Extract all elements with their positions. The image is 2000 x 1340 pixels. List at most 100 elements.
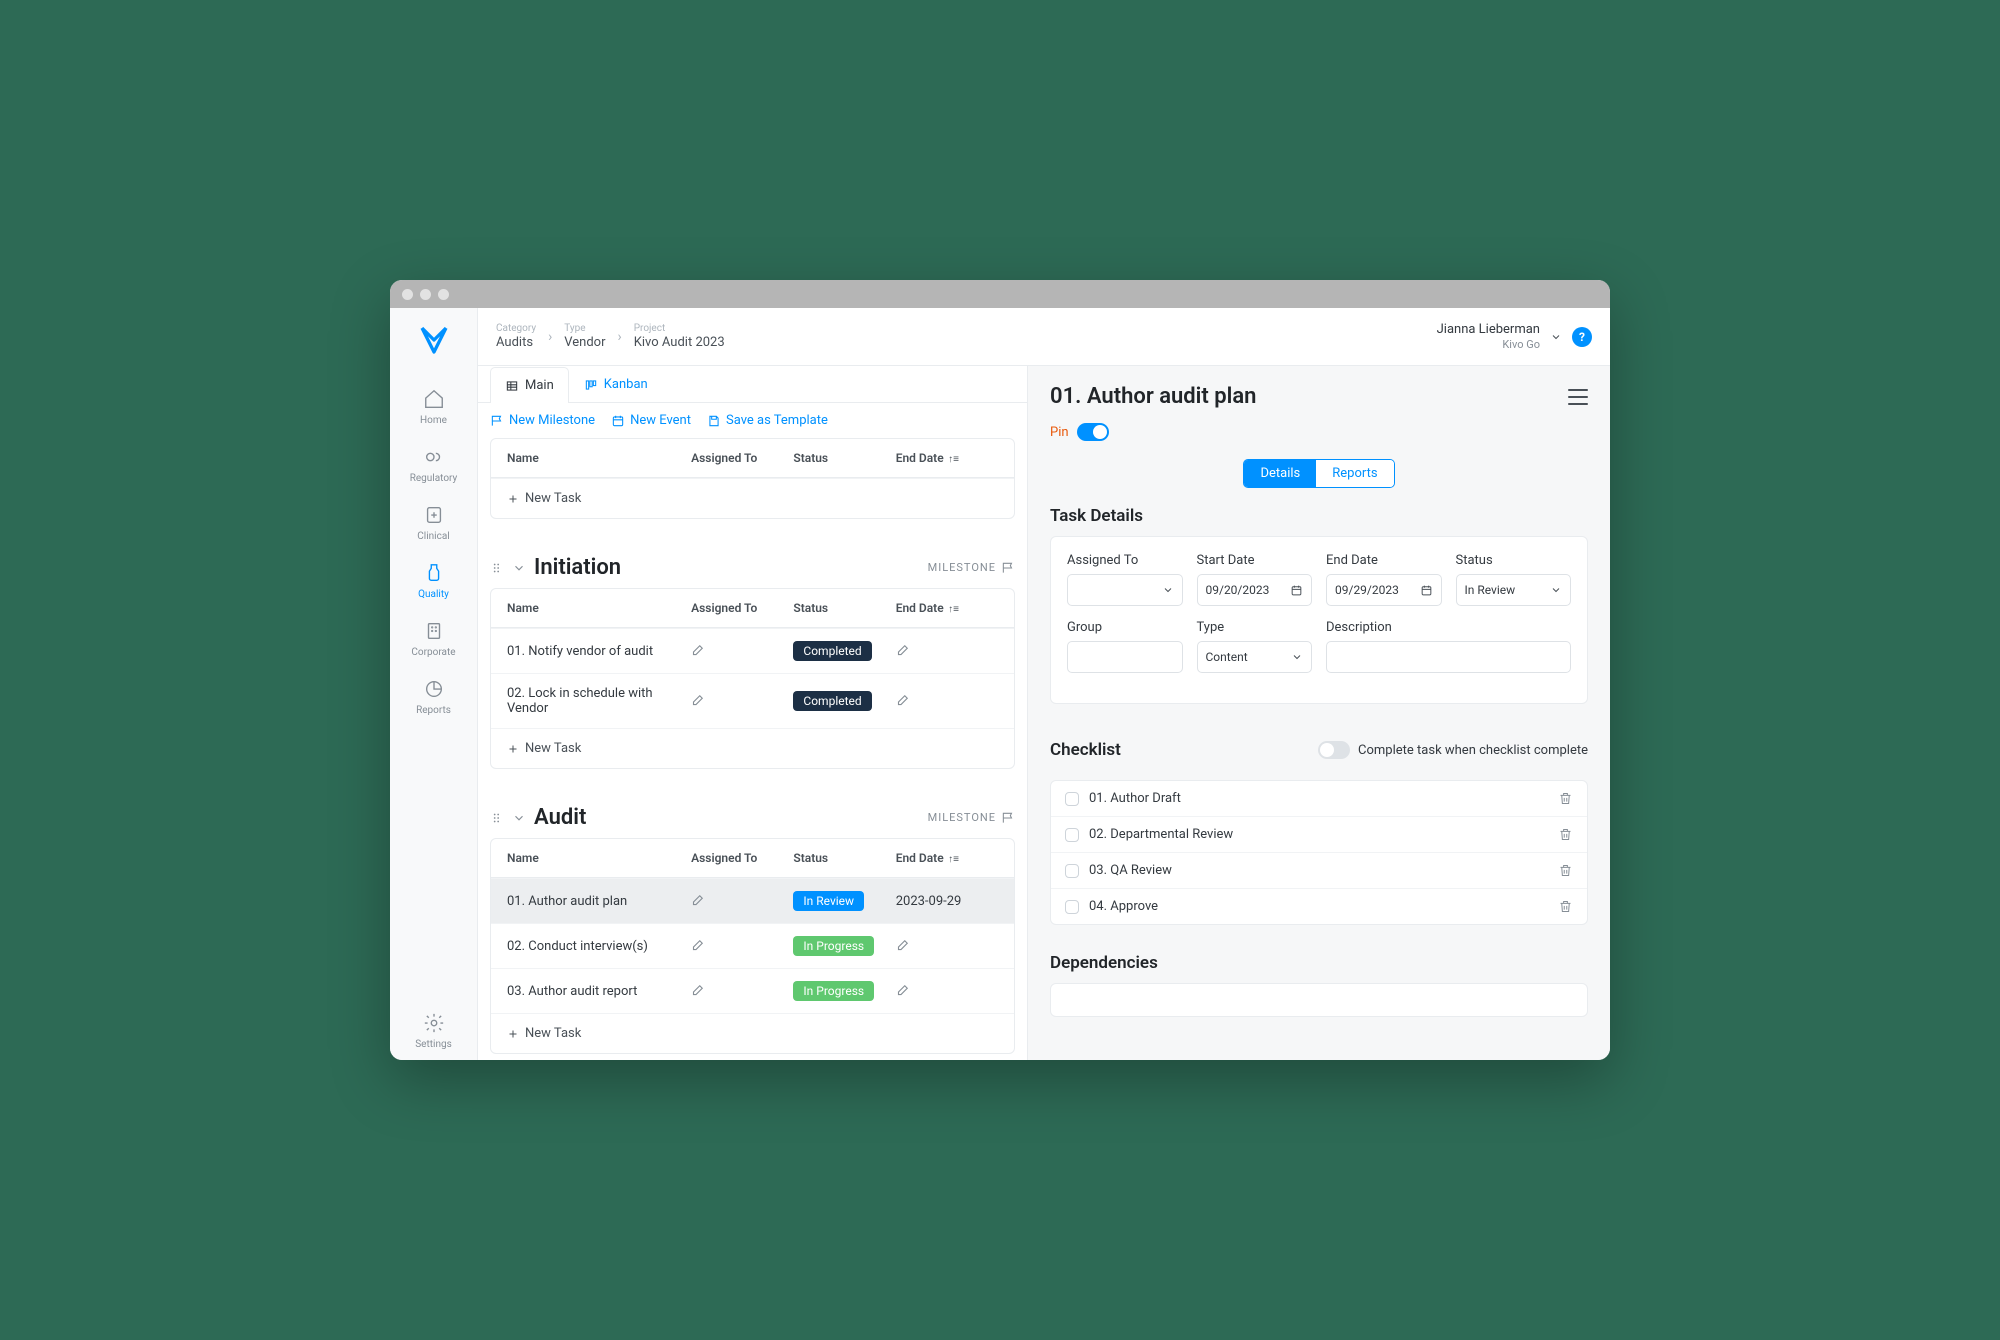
sidebar: Home Regulatory Clinical Quality Corpora…: [390, 308, 478, 1060]
col-enddate[interactable]: End Date ↑≡: [896, 851, 998, 865]
status-select[interactable]: In Review: [1456, 574, 1572, 606]
pin-toggle[interactable]: [1077, 423, 1109, 441]
user-menu[interactable]: Jianna Lieberman Kivo Go: [1437, 322, 1540, 351]
checklist-item[interactable]: 03. QA Review: [1051, 853, 1587, 889]
crumb-project[interactable]: Project Kivo Audit 2023: [634, 323, 725, 351]
trash-icon[interactable]: [1558, 863, 1573, 878]
header: Category Audits › Type Vendor › Project …: [478, 308, 1610, 366]
nav-settings-label: Settings: [415, 1039, 452, 1050]
checklist-item-label: 04. Approve: [1089, 899, 1158, 914]
panel-menu-icon[interactable]: [1568, 389, 1588, 405]
calendar-icon: [1420, 584, 1433, 597]
edit-icon[interactable]: [691, 982, 706, 997]
checklist-complete-label: Complete task when checklist complete: [1358, 743, 1588, 758]
checkbox[interactable]: [1065, 792, 1079, 806]
detail-tabs: Details Reports: [1243, 459, 1394, 488]
group-input[interactable]: [1067, 641, 1183, 673]
chevron-down-icon[interactable]: [512, 561, 526, 575]
assigned-to-select[interactable]: [1067, 574, 1183, 606]
nav-corporate-label: Corporate: [411, 647, 455, 658]
crumb-category[interactable]: Category Audits: [496, 323, 536, 351]
breadcrumb: Category Audits › Type Vendor › Project …: [496, 323, 725, 351]
drag-handle-icon[interactable]: [490, 561, 504, 575]
col-status[interactable]: Status: [793, 601, 895, 615]
edit-icon[interactable]: [691, 692, 706, 707]
checklist-item[interactable]: 01. Author Draft: [1051, 781, 1587, 817]
chevron-down-icon[interactable]: [512, 811, 526, 825]
edit-icon[interactable]: [691, 892, 706, 907]
traffic-light-close[interactable]: [402, 289, 413, 300]
nav-corporate[interactable]: Corporate: [390, 610, 477, 668]
tab-kanban[interactable]: Kanban: [569, 366, 663, 402]
checkbox[interactable]: [1065, 900, 1079, 914]
status-badge: In Review: [793, 891, 864, 911]
table-row[interactable]: 03. Author audit report In Progress: [491, 968, 1014, 1013]
nav-settings[interactable]: Settings: [390, 1002, 477, 1060]
new-task-button[interactable]: New Task: [491, 728, 1014, 768]
col-name[interactable]: Name: [507, 451, 691, 465]
chevron-right-icon: ›: [618, 329, 622, 345]
new-task-button[interactable]: New Task: [491, 1013, 1014, 1053]
traffic-light-minimize[interactable]: [420, 289, 431, 300]
nav-regulatory[interactable]: Regulatory: [390, 436, 477, 494]
trash-icon[interactable]: [1558, 827, 1573, 842]
edit-icon[interactable]: [896, 642, 911, 657]
edit-icon[interactable]: [896, 982, 911, 997]
trash-icon[interactable]: [1558, 899, 1573, 914]
task-title: 01. Author audit plan: [1050, 384, 1256, 409]
col-enddate[interactable]: End Date ↑≡: [896, 451, 998, 465]
save-template-button[interactable]: Save as Template: [707, 413, 828, 428]
new-event-button[interactable]: New Event: [611, 413, 691, 428]
checklist-item[interactable]: 04. Approve: [1051, 889, 1587, 924]
tab-reports[interactable]: Reports: [1316, 460, 1393, 487]
col-enddate[interactable]: End Date ↑≡: [896, 601, 998, 615]
col-status[interactable]: Status: [793, 851, 895, 865]
trash-icon[interactable]: [1558, 791, 1573, 806]
tab-main[interactable]: Main: [490, 367, 569, 403]
col-assigned[interactable]: Assigned To: [691, 601, 793, 615]
edit-icon[interactable]: [691, 642, 706, 657]
nav-home-label: Home: [420, 415, 447, 426]
col-assigned[interactable]: Assigned To: [691, 451, 793, 465]
tab-details[interactable]: Details: [1244, 460, 1316, 487]
checklist-complete-toggle[interactable]: [1318, 741, 1350, 759]
chevron-down-icon: [1291, 651, 1303, 663]
col-name[interactable]: Name: [507, 601, 691, 615]
edit-icon[interactable]: [896, 937, 911, 952]
top-task-table: Name Assigned To Status End Date ↑≡ New …: [490, 438, 1015, 519]
end-date-input[interactable]: 09/29/2023: [1326, 574, 1442, 606]
sort-icon: ↑≡: [946, 854, 959, 865]
edit-icon[interactable]: [691, 937, 706, 952]
task-table: Name Assigned To Status End Date ↑≡ 01. …: [490, 838, 1015, 1054]
table-row[interactable]: 02. Conduct interview(s) In Progress: [491, 923, 1014, 968]
toolbar: New Milestone New Event Save as Template: [478, 403, 1027, 438]
nav-clinical[interactable]: Clinical: [390, 494, 477, 552]
checklist-item[interactable]: 02. Departmental Review: [1051, 817, 1587, 853]
task-enddate: [896, 937, 998, 956]
new-task-button[interactable]: New Task: [491, 478, 1014, 518]
checkbox[interactable]: [1065, 864, 1079, 878]
col-assigned[interactable]: Assigned To: [691, 851, 793, 865]
description-input[interactable]: [1326, 641, 1571, 673]
col-status[interactable]: Status: [793, 451, 895, 465]
nav-reports[interactable]: Reports: [390, 668, 477, 726]
nav-home[interactable]: Home: [390, 378, 477, 436]
edit-icon[interactable]: [896, 692, 911, 707]
milestone-label: MILESTONE: [928, 561, 1015, 575]
drag-handle-icon[interactable]: [490, 811, 504, 825]
type-select[interactable]: Content: [1197, 641, 1313, 673]
table-row[interactable]: 02. Lock in schedule with Vendor Complet…: [491, 673, 1014, 728]
start-date-input[interactable]: 09/20/2023: [1197, 574, 1313, 606]
nav-quality[interactable]: Quality: [390, 552, 477, 610]
table-row[interactable]: 01. Notify vendor of audit Completed: [491, 628, 1014, 673]
chevron-down-icon[interactable]: [1550, 331, 1562, 343]
new-milestone-button[interactable]: New Milestone: [490, 413, 595, 428]
status-badge: In Progress: [793, 981, 874, 1001]
checkbox[interactable]: [1065, 828, 1079, 842]
help-button[interactable]: ?: [1572, 327, 1592, 347]
traffic-light-zoom[interactable]: [438, 289, 449, 300]
col-name[interactable]: Name: [507, 851, 691, 865]
table-row[interactable]: 01. Author audit plan In Review 2023-09-…: [491, 878, 1014, 923]
plus-icon: [507, 493, 519, 505]
crumb-type[interactable]: Type Vendor: [564, 323, 605, 351]
